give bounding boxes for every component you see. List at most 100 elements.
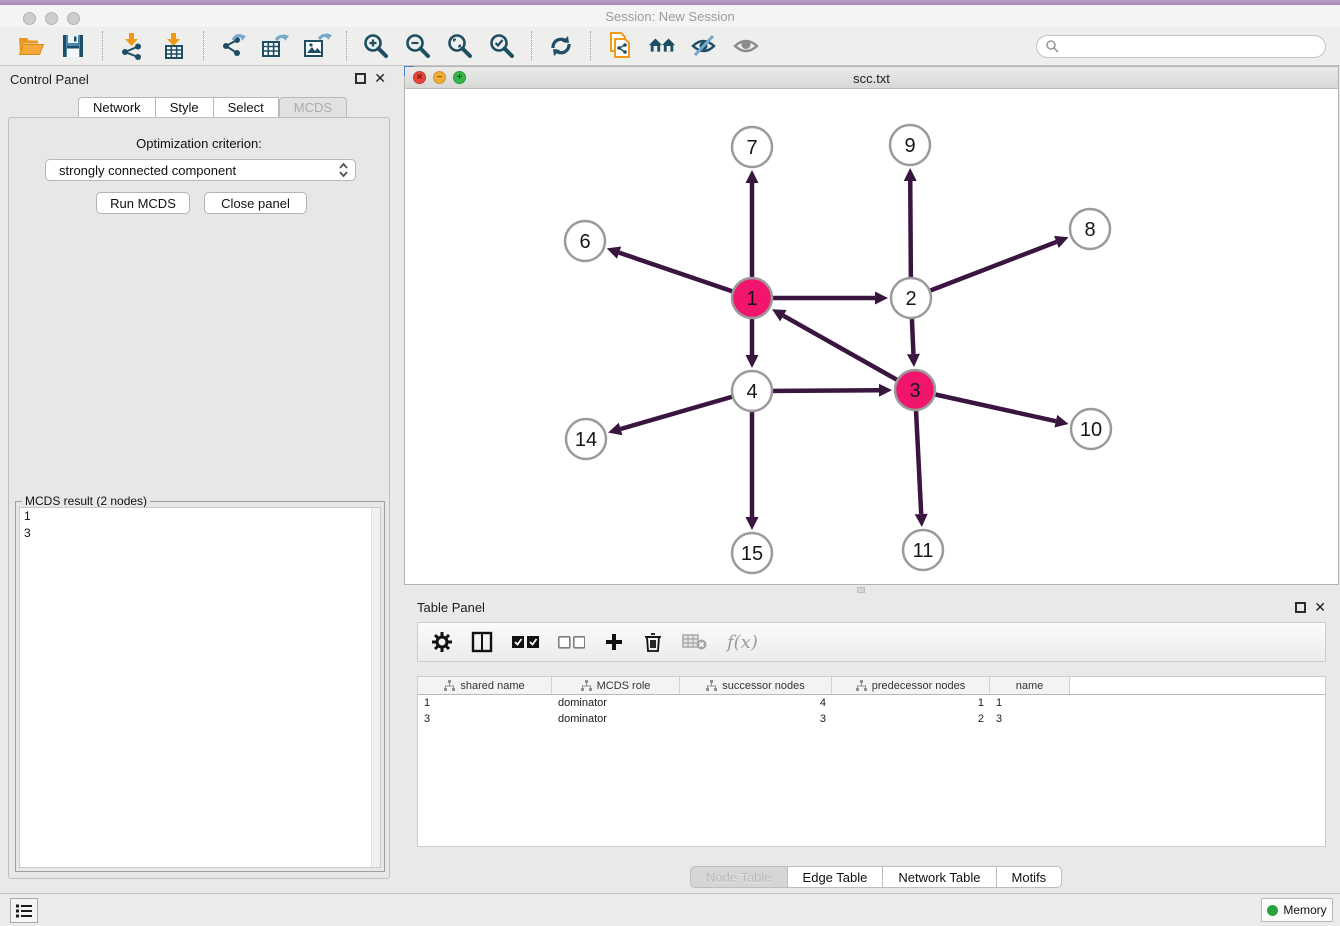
column-header-shared-name[interactable]: shared name [418, 677, 552, 694]
zoom-selected-icon[interactable] [487, 31, 517, 61]
select-all-icon[interactable] [512, 636, 539, 649]
network-window-titlebar[interactable]: × − + scc.txt [405, 67, 1338, 89]
table-row[interactable]: 3dominator323 [418, 711, 1325, 727]
graph-node-15[interactable]: 15 [732, 533, 772, 573]
table-cell[interactable]: dominator [552, 711, 680, 727]
splitter-handle[interactable] [857, 587, 865, 593]
tab-node-table[interactable]: Node Table [690, 866, 788, 888]
network-window-title: scc.txt [405, 71, 1338, 86]
home-network-icon[interactable] [647, 31, 677, 61]
delete-table-icon[interactable] [682, 633, 708, 651]
toolbar-separator [203, 31, 204, 61]
tab-network[interactable]: Network [78, 97, 156, 118]
optimization-criterion-select[interactable]: strongly connected component [45, 159, 356, 181]
deselect-all-icon[interactable] [558, 636, 585, 649]
table-panel-tabs: Node TableEdge TableNetwork TableMotifs [690, 866, 1062, 888]
zoom-out-icon[interactable] [403, 31, 433, 61]
tab-motifs[interactable]: Motifs [997, 866, 1063, 888]
column-header-successor-nodes[interactable]: successor nodes [680, 677, 832, 694]
graph-node-8[interactable]: 8 [1070, 209, 1110, 249]
column-header-mcds-role[interactable]: MCDS role [552, 677, 680, 694]
node-table[interactable]: shared name MCDS rolesuccessor nodes prede… [417, 676, 1326, 847]
search-box[interactable] [1036, 35, 1326, 58]
table-cell[interactable]: 1 [832, 695, 990, 711]
close-panel-button[interactable]: Close panel [204, 192, 307, 214]
save-icon[interactable] [58, 31, 88, 61]
import-network-icon[interactable] [117, 31, 147, 61]
refresh-icon[interactable] [546, 31, 576, 61]
graph-node-2[interactable]: 2 [891, 278, 931, 318]
column-header-predecessor-nodes[interactable]: predecessor nodes [832, 677, 990, 694]
add-column-icon[interactable] [604, 632, 624, 652]
tab-mcds[interactable]: MCDS [279, 97, 347, 118]
delete-icon[interactable] [643, 631, 663, 653]
tab-network-table[interactable]: Network Table [883, 866, 996, 888]
optimization-criterion-label: Optimization criterion: [9, 136, 389, 151]
close-panel-icon[interactable]: ✕ [1314, 599, 1326, 615]
column-label: predecessor nodes [872, 680, 966, 692]
column-header-name[interactable]: name [990, 677, 1070, 694]
graph-node-1[interactable]: 1 [732, 278, 772, 318]
control-panel-tabs: NetworkStyleSelectMCDS [78, 97, 347, 118]
edge-4-14[interactable] [608, 391, 752, 435]
close-panel-icon[interactable]: ✕ [374, 70, 386, 86]
edge-3-1[interactable] [772, 309, 915, 390]
mcds-result-list[interactable]: 13 [19, 507, 381, 868]
table-row[interactable]: 1dominator411 [418, 695, 1325, 711]
horizontal-splitter[interactable] [404, 585, 1340, 595]
table-cell[interactable]: 2 [832, 711, 990, 727]
toolbar-separator [102, 31, 103, 61]
copy-network-icon[interactable] [605, 31, 635, 61]
function-builder-icon: f(x) [727, 632, 758, 653]
tab-edge-table[interactable]: Edge Table [788, 866, 884, 888]
column-type-icon [856, 680, 867, 691]
tab-select[interactable]: Select [214, 97, 279, 118]
zoom-in-icon[interactable] [361, 31, 391, 61]
float-panel-icon[interactable] [355, 73, 366, 84]
control-panel-title: Control Panel [10, 72, 89, 87]
table-cell[interactable]: 3 [680, 711, 832, 727]
task-console-button[interactable] [10, 898, 38, 923]
edge-1-6[interactable] [607, 246, 752, 298]
split-panel-icon[interactable] [471, 631, 493, 653]
table-cell[interactable]: 3 [418, 711, 552, 727]
mcds-result-line: 3 [20, 525, 380, 542]
graph-node-7[interactable]: 7 [732, 127, 772, 167]
import-table-icon[interactable] [159, 31, 189, 61]
float-panel-icon[interactable] [1295, 602, 1306, 613]
table-cell[interactable]: 1 [990, 695, 1070, 711]
run-mcds-button[interactable]: Run MCDS [96, 192, 190, 214]
scrollbar-track[interactable] [371, 508, 380, 867]
graph-node-14[interactable]: 14 [566, 419, 606, 459]
table-cell[interactable]: 4 [680, 695, 832, 711]
column-label: name [1016, 680, 1044, 692]
hide-style-icon[interactable] [689, 31, 719, 61]
graph-node-6[interactable]: 6 [565, 221, 605, 261]
column-label: shared name [460, 680, 524, 692]
graph-node-11[interactable]: 11 [903, 530, 943, 570]
zoom-fit-icon[interactable] [445, 31, 475, 61]
export-table-icon[interactable] [260, 31, 290, 61]
tab-style[interactable]: Style [156, 97, 214, 118]
table-cell[interactable]: dominator [552, 695, 680, 711]
memory-button[interactable]: Memory [1261, 898, 1333, 922]
edge-2-8[interactable] [911, 236, 1069, 298]
gear-icon[interactable] [432, 632, 452, 652]
node-label: 15 [741, 543, 763, 565]
graph-node-4[interactable]: 4 [732, 371, 772, 411]
show-style-icon[interactable] [731, 31, 761, 61]
export-image-icon[interactable] [302, 31, 332, 61]
graph-node-3[interactable]: 3 [895, 370, 935, 410]
table-cell[interactable]: 3 [990, 711, 1070, 727]
edge-3-10[interactable] [915, 390, 1069, 428]
graph-node-10[interactable]: 10 [1071, 409, 1111, 449]
open-folder-icon[interactable] [16, 31, 46, 61]
export-network-icon[interactable] [218, 31, 248, 61]
table-cell[interactable]: 1 [418, 695, 552, 711]
network-canvas[interactable]: 7 9 6 8 1 2 4 3 14 10 15 11 [405, 89, 1338, 585]
node-label: 2 [905, 288, 916, 310]
graph-node-9[interactable]: 9 [890, 125, 930, 165]
node-label: 4 [746, 381, 757, 403]
search-input[interactable] [1059, 39, 1317, 53]
node-label: 14 [575, 429, 597, 451]
